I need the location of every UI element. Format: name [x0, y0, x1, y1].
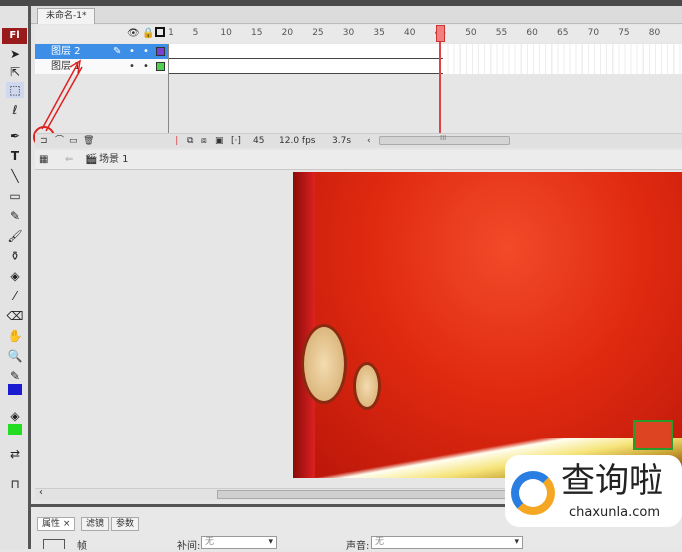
- free-transform-tool-icon[interactable]: ⬚: [6, 82, 24, 98]
- insert-folder-icon[interactable]: ▭: [69, 134, 78, 149]
- playhead-handle[interactable]: [436, 25, 445, 42]
- pencil-tool-icon[interactable]: ✎: [6, 208, 24, 224]
- scene-icon: 🎬: [85, 154, 98, 165]
- timeline-divider: [168, 44, 169, 133]
- drum-large: [301, 324, 347, 404]
- layer-2-frame-span[interactable]: [168, 44, 443, 59]
- sound-label: 声音:: [346, 541, 370, 552]
- eye-icon[interactable]: 👁: [127, 28, 140, 39]
- zoom-tool-icon[interactable]: 🔍: [6, 348, 24, 364]
- lock-dot[interactable]: •: [143, 44, 149, 59]
- onion-skin-icon[interactable]: ⧉: [187, 134, 193, 149]
- scene-label[interactable]: 场景 1: [99, 150, 129, 170]
- tab-properties[interactable]: 属性 ×: [37, 517, 76, 531]
- frame-icon: [43, 539, 65, 549]
- ruler-tick[interactable]: 10: [220, 28, 231, 38]
- tween-label: 补间:: [177, 541, 201, 552]
- ruler-tick[interactable]: 60: [526, 28, 537, 38]
- tab-filters[interactable]: 滤镜: [81, 517, 110, 531]
- tab-parameters[interactable]: 参数: [111, 517, 140, 531]
- center-frame-icon[interactable]: ❘: [173, 134, 181, 149]
- edit-multiple-frames-icon[interactable]: ▣: [215, 134, 224, 149]
- watermark: 查询啦 chaxunla.com: [505, 455, 682, 527]
- lock-icon[interactable]: 🔒: [142, 28, 154, 39]
- add-motion-guide-icon[interactable]: ⌒: [55, 134, 64, 149]
- lasso-tool-icon[interactable]: ℓ: [6, 102, 24, 118]
- type-label: 帧: [77, 541, 87, 552]
- ruler-tick[interactable]: 65: [557, 28, 568, 38]
- stage-canvas[interactable]: [293, 172, 682, 478]
- flash-logo: Fl: [2, 28, 27, 44]
- onion-markers-icon[interactable]: [·]: [231, 134, 241, 149]
- timeline-toggle-icon[interactable]: ▦: [39, 150, 48, 170]
- ruler-tick[interactable]: 35: [373, 28, 384, 38]
- rectangle-tool-icon[interactable]: ▭: [6, 188, 24, 204]
- paint-bucket-tool-icon[interactable]: ◈: [6, 268, 24, 284]
- scroll-left-arrow[interactable]: ‹: [39, 487, 43, 498]
- ruler-tick[interactable]: 70: [588, 28, 599, 38]
- current-frame: 45: [253, 136, 265, 146]
- ruler-tick[interactable]: 1: [168, 28, 174, 38]
- frame-rate[interactable]: 12.0 fps: [279, 134, 315, 149]
- ruler-tick[interactable]: 15: [251, 28, 262, 38]
- sound-select[interactable]: 无 ▾: [371, 536, 523, 549]
- curtain: [293, 172, 315, 478]
- outline-color-swatch[interactable]: [156, 62, 165, 71]
- lock-dot[interactable]: •: [143, 59, 149, 74]
- visible-dot[interactable]: •: [129, 59, 135, 74]
- ruler-tick[interactable]: 20: [282, 28, 293, 38]
- line-tool-icon[interactable]: ╲: [6, 168, 24, 184]
- scroll-left-arrow[interactable]: ‹: [367, 134, 371, 149]
- visible-dot[interactable]: •: [129, 44, 135, 59]
- timeline-scrollbar[interactable]: III: [379, 134, 510, 145]
- ruler-tick[interactable]: 25: [312, 28, 323, 38]
- timeline-footer: ⊐ ⌒ ▭ 🗑 ❘ ⧉ ⧈ ▣ [·] 45 12.0 fps 3.7s ‹: [35, 133, 682, 148]
- watermark-logo-icon: [511, 471, 555, 515]
- stroke-color-icon[interactable]: ✎: [6, 368, 24, 384]
- fill-color-icon[interactable]: ◈: [6, 408, 24, 424]
- tween-select[interactable]: 无 ▾: [201, 536, 277, 549]
- watermark-url: chaxunla.com: [569, 505, 660, 520]
- swap-colors-icon[interactable]: ⇄: [6, 446, 24, 462]
- pen-tool-icon[interactable]: ✒: [6, 128, 24, 144]
- outline-icon[interactable]: [155, 27, 165, 37]
- outline-color-swatch[interactable]: [156, 47, 165, 56]
- gift-box: [633, 420, 673, 450]
- document-tabs: 未命名-1*: [31, 6, 682, 24]
- layer-1-frame-span[interactable]: [168, 59, 443, 74]
- eyedropper-tool-icon[interactable]: ⁄: [6, 288, 24, 304]
- elapsed-time: 3.7s: [332, 136, 352, 146]
- brush-tool-icon[interactable]: 🖌: [6, 228, 24, 244]
- timeline-header: 👁 🔒: [35, 25, 682, 43]
- text-tool-icon[interactable]: T: [6, 148, 24, 164]
- eraser-tool-icon[interactable]: ⌫: [6, 308, 24, 324]
- tools-panel: Fl ➤ ⇱ ⬚ ℓ ✒ T ╲ ▭ ✎ 🖌 ⚱ ◈ ⁄ ⌫ ✋ 🔍 ✎ ◈ ⇄…: [0, 6, 31, 549]
- fill-color-swatch[interactable]: [8, 424, 22, 435]
- document-tab[interactable]: 未命名-1*: [37, 8, 96, 24]
- hand-tool-icon[interactable]: ✋: [6, 328, 24, 344]
- ruler-tick[interactable]: 75: [618, 28, 629, 38]
- ruler-tick[interactable]: 5: [193, 28, 199, 38]
- drum-small: [353, 362, 381, 410]
- ruler-tick[interactable]: 30: [343, 28, 354, 38]
- subselection-tool-icon[interactable]: ⇱: [6, 64, 24, 80]
- pencil-icon: ✎: [113, 46, 122, 57]
- scroll-thumb[interactable]: [217, 490, 517, 499]
- selection-tool-icon[interactable]: ➤: [6, 46, 24, 62]
- insert-layer-icon[interactable]: ⊐: [40, 134, 48, 149]
- onion-outline-icon[interactable]: ⧈: [201, 134, 207, 149]
- ink-bottle-tool-icon[interactable]: ⚱: [6, 248, 24, 264]
- snap-magnet-icon[interactable]: ⊓: [6, 476, 24, 492]
- scene-bar: ▦ ⇐ 🎬 场景 1: [35, 150, 682, 170]
- back-arrow-icon[interactable]: ⇐: [65, 150, 73, 170]
- ruler-tick[interactable]: 40: [404, 28, 415, 38]
- ruler-tick[interactable]: 80: [649, 28, 660, 38]
- watermark-brand: 查询啦: [561, 461, 663, 501]
- ruler-tick[interactable]: 55: [496, 28, 507, 38]
- delete-layer-icon[interactable]: 🗑: [83, 134, 94, 149]
- stroke-color-swatch[interactable]: [8, 384, 22, 395]
- ruler-tick[interactable]: 50: [465, 28, 476, 38]
- scroll-grip: III: [440, 134, 447, 142]
